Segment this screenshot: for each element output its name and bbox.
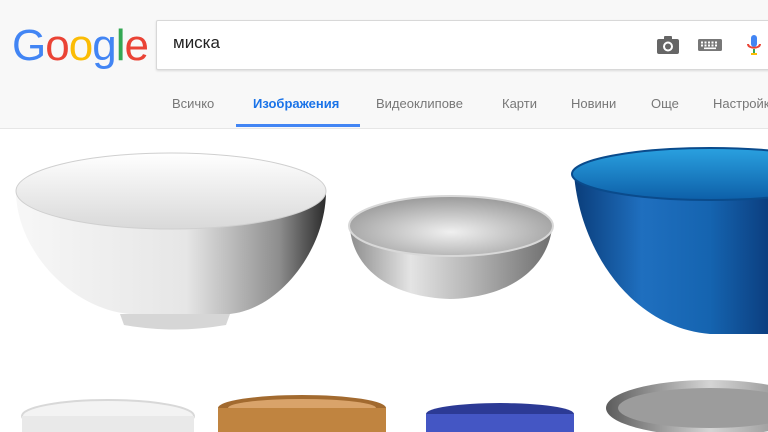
result-image-wooden-bowl[interactable] [210, 374, 395, 432]
tab-news[interactable]: Новини [571, 96, 616, 111]
keyboard-icon[interactable] [697, 33, 723, 57]
result-image-white-bowl-small[interactable] [0, 374, 210, 432]
tab-videos[interactable]: Видеоклипове [376, 96, 463, 111]
logo-letter: o [68, 21, 94, 70]
image-results-grid [0, 129, 768, 432]
search-box[interactable] [156, 20, 768, 70]
header: Google миска Всичко Изображения Видеокли… [0, 0, 768, 129]
search-input[interactable] [173, 33, 633, 53]
logo-letter: e [124, 21, 149, 70]
tab-more[interactable]: Още [651, 96, 679, 111]
google-logo[interactable]: Google [12, 18, 149, 74]
tab-maps[interactable]: Карти [502, 96, 537, 111]
tab-all[interactable]: Всичко [172, 96, 214, 111]
result-image-white-bowl[interactable] [0, 129, 340, 359]
result-image-steel-bowl-large[interactable] [600, 374, 768, 432]
logo-letter: G [12, 21, 46, 70]
logo-letter: g [92, 21, 117, 70]
microphone-icon[interactable] [741, 33, 767, 57]
logo-letter: l [115, 21, 126, 70]
result-image-blue-bowl[interactable] [395, 374, 600, 432]
camera-icon[interactable] [655, 33, 681, 57]
tab-images[interactable]: Изображения [253, 96, 339, 111]
result-image-blue-glass-bowl[interactable] [560, 129, 768, 359]
result-image-steel-bowl[interactable] [340, 129, 560, 359]
tab-settings[interactable]: Настройки [713, 96, 768, 111]
active-tab-indicator [236, 124, 360, 127]
logo-letter: o [45, 21, 70, 70]
search-tabs: Всичко Изображения Видеоклипове Карти Но… [0, 90, 768, 128]
